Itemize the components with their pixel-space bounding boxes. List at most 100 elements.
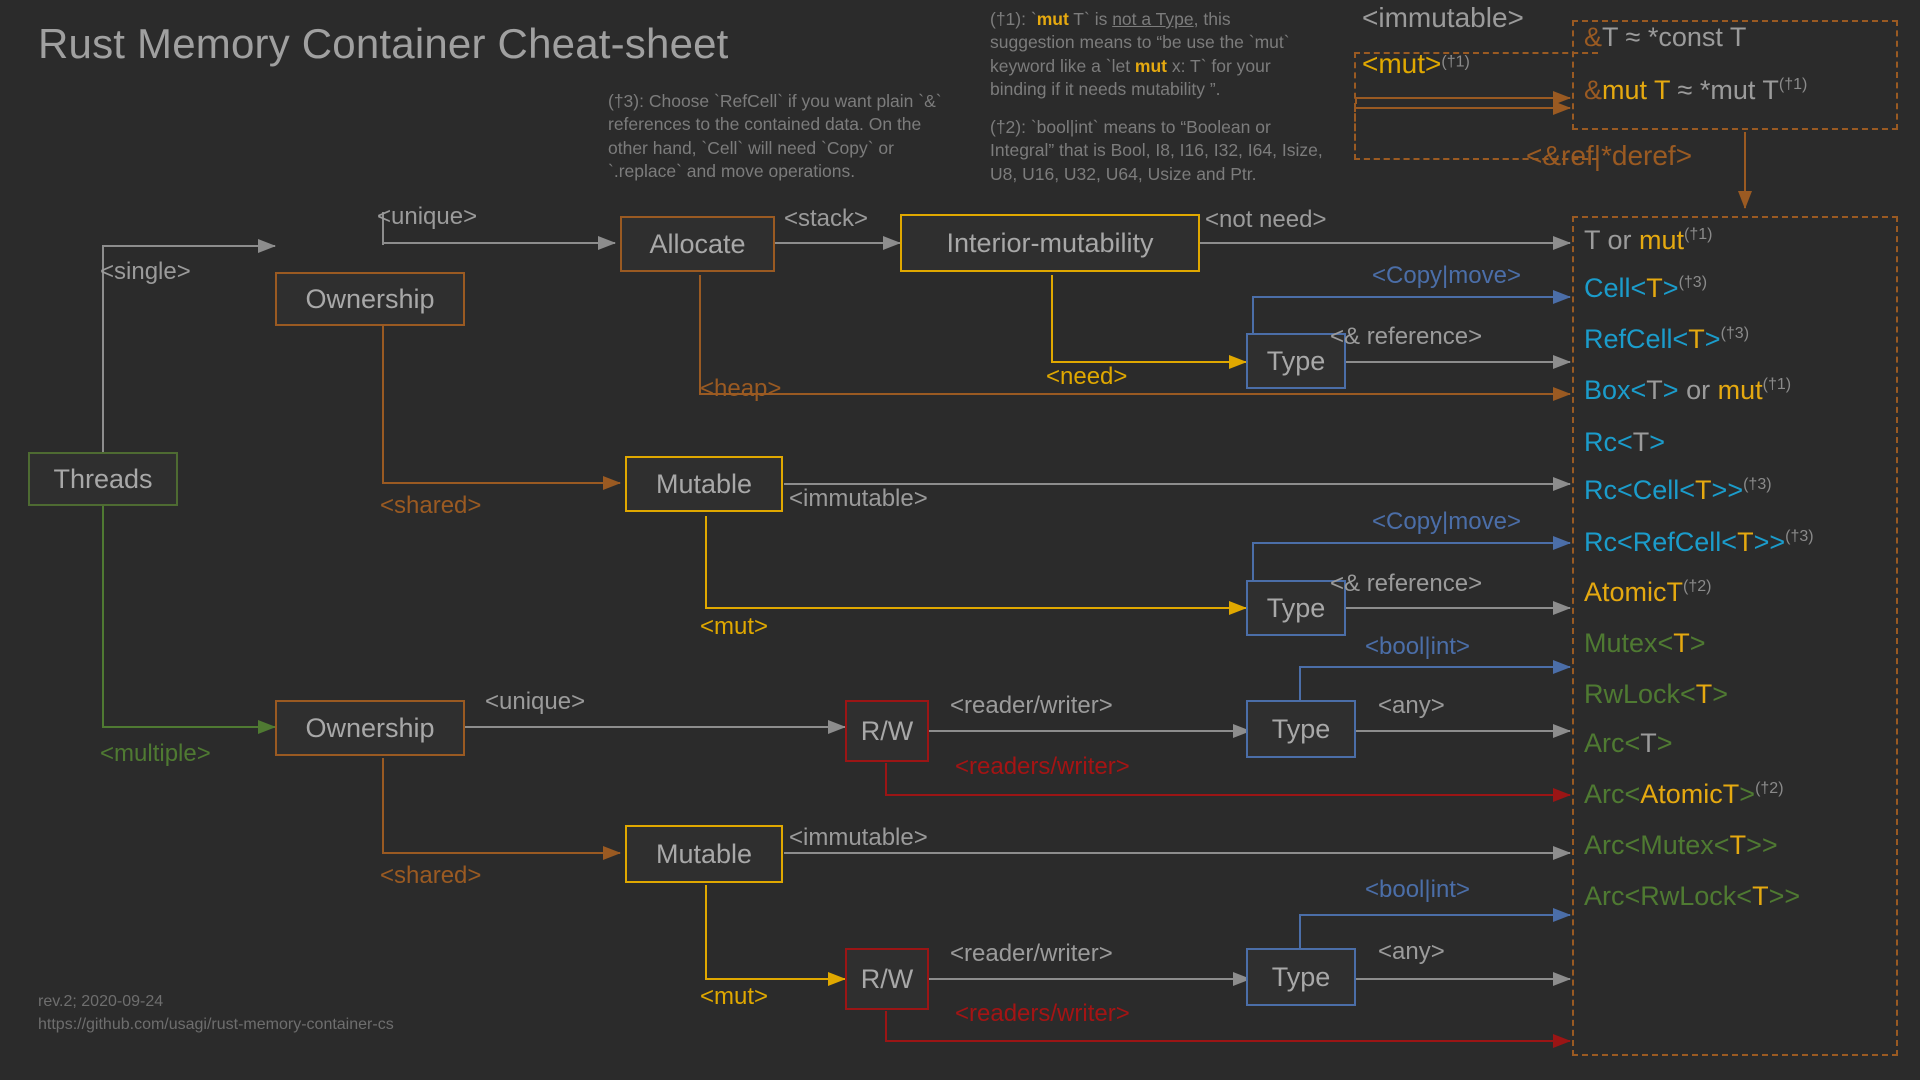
edge-label-single: <single> [100,258,191,285]
node-ownership-multiple-label: Ownership [305,712,435,743]
ref-row-0-amp: & [1584,22,1603,52]
ref-row-0-rest: ≈ *const T [1618,22,1747,52]
node-rw-2[interactable]: R/W [845,948,929,1010]
edge-label-need: <need> [1046,363,1128,390]
revision-block: rev.2; 2020-09-24 https://github.com/usa… [38,990,394,1036]
edge-label-readers-writer-1: <readers/writer> [955,753,1130,780]
output-arc-atomict[interactable]: Arc<AtomicT>(†2) [1584,779,1784,810]
node-mutable-single[interactable]: Mutable [625,456,783,512]
edge-label-mut-top: <mut> [700,613,769,640]
ref-mut-sup: (†1) [1441,53,1470,71]
output-arc-atomict-part-1: AtomicT [1640,779,1740,809]
output-arc-mutex-part-2: >> [1746,830,1778,860]
footnote-1-mut-keyword-a: mut [1036,9,1069,29]
output-arc-rwlock-part-1: T [1752,881,1769,911]
node-ownership-single[interactable]: Ownership [275,272,465,326]
node-type-1-label: Type [1266,345,1326,376]
output-rc-part-2: > [1649,427,1666,457]
output-rwlock-part-1: T [1695,679,1713,709]
node-mutable-single-label: Mutable [655,468,753,499]
output-mutex-part-2: > [1689,628,1706,658]
ref-row-0: &T ≈ *const T [1584,22,1746,53]
edge-label-unique-top: <unique> [377,203,478,230]
output-t-or-mut[interactable]: T or mut(†1) [1584,225,1712,256]
edge-label-reference-1: <& reference> [1330,323,1483,350]
output-rc-refcell-part-0: Rc<RefCell< [1584,527,1738,557]
footnote-1-marker: (†1): [990,9,1026,29]
ref-deref-label: <&ref|*deref> [1526,140,1693,171]
output-rc-cell-footnote-ref: (†3) [1743,476,1772,493]
output-box-or-mut[interactable]: Box<T> or mut(†1) [1584,375,1791,406]
footnote-1-underlined: not a Type [1112,9,1194,29]
output-refcell[interactable]: RefCell<T>(†3) [1584,324,1749,355]
ref-row-1: &mut T ≈ *mut T(†1) [1584,75,1807,106]
footnote-3-marker: (†3): [608,91,644,111]
output-atomict[interactable]: AtomicT(†2) [1584,577,1711,608]
repo-url[interactable]: https://github.com/usagi/rust-memory-con… [38,1013,394,1036]
output-arc-atomict-footnote-ref: (†2) [1755,780,1784,797]
edge-label-multiple: <multiple> [100,740,211,767]
output-arc-rwlock[interactable]: Arc<RwLock<T>> [1584,881,1800,912]
edge-label-unique-bottom: <unique> [485,688,586,715]
node-mutable-multiple-label: Mutable [655,838,753,869]
output-box-or-mut-part-2: > [1662,375,1679,405]
output-atomict-footnote-ref: (†2) [1683,578,1712,595]
output-arc[interactable]: Arc<T> [1584,728,1673,759]
output-cell[interactable]: Cell<T>(†3) [1584,273,1707,304]
output-arc-part-1: T [1640,728,1657,758]
output-arc-mutex-part-1: T [1729,830,1747,860]
edge-label-immutable-top: <immutable> [789,485,928,512]
node-type-4[interactable]: Type [1246,948,1356,1006]
output-cell-footnote-ref: (†3) [1678,274,1708,291]
node-allocate-label: Allocate [649,228,746,259]
output-refcell-part-2: > [1704,324,1721,354]
output-arc-part-2: > [1656,728,1673,758]
node-rw-2-label: R/W [860,963,914,994]
output-rc-cell-part-2: >> [1711,475,1744,505]
node-ownership-single-label: Ownership [305,283,435,314]
edge-label-reader-writer-2: <reader/writer> [950,940,1113,967]
node-threads[interactable]: Threads [28,452,178,506]
node-type-3[interactable]: Type [1246,700,1356,758]
output-box-or-mut-part-1: T [1646,375,1663,405]
output-arc-atomict-part-0: Arc< [1584,779,1641,809]
node-type-4-label: Type [1271,961,1331,992]
edge-label-reader-writer-1: <reader/writer> [950,692,1113,719]
edge-label-immutable-bottom: <immutable> [789,824,928,851]
output-rc-part-1: T [1632,427,1650,457]
revision-text: rev.2; 2020-09-24 [38,993,164,1010]
footnote-2: (†2): `bool|int` means to “Boolean or In… [990,116,1330,186]
node-rw-1[interactable]: R/W [845,700,929,762]
output-mutex[interactable]: Mutex<T> [1584,628,1706,659]
footnote-1-p2: T` is [1068,9,1113,29]
output-cell-part-2: > [1662,273,1679,303]
output-t-or-mut-footnote-ref: (†1) [1684,226,1713,243]
edge-label-stack: <stack> [784,205,869,232]
node-interior-mutability[interactable]: Interior-mutability [900,214,1200,272]
edge-label-any-1: <any> [1378,692,1445,719]
output-rc[interactable]: Rc<T> [1584,427,1665,458]
output-rc-refcell-part-2: >> [1753,527,1786,557]
node-ownership-multiple[interactable]: Ownership [275,700,465,756]
output-rc-cell[interactable]: Rc<Cell<T>>(†3) [1584,475,1772,506]
output-t-or-mut-part-0: T or [1584,225,1640,255]
output-rwlock[interactable]: RwLock<T> [1584,679,1728,710]
footnote-1: (†1): `mut T` is not a Type, this sugges… [990,8,1320,101]
ref-row-1-mid: mut T [1602,75,1671,105]
output-arc-part-0: Arc< [1584,728,1641,758]
ref-row-1-rest: ≈ *mut T [1670,75,1779,105]
output-rc-part-0: Rc< [1584,427,1633,457]
edge-label-reference-2: <& reference> [1330,570,1483,597]
output-box-or-mut-part-4: mut [1717,375,1763,405]
edge-label-bool-int-1: <bool|int> [1365,633,1470,660]
edge-label-heap: <heap> [700,375,782,402]
edge-label-shared-bottom: <shared> [380,862,482,889]
output-box-or-mut-part-3: or [1678,375,1718,405]
output-refcell-part-1: T [1688,324,1705,354]
node-interior-mutability-label: Interior-mutability [946,227,1154,258]
output-arc-mutex[interactable]: Arc<Mutex<T>> [1584,830,1778,861]
edge-label-readers-writer-2: <readers/writer> [955,1000,1130,1027]
node-allocate[interactable]: Allocate [620,216,775,272]
output-rc-refcell[interactable]: Rc<RefCell<T>>(†3) [1584,527,1814,558]
node-mutable-multiple[interactable]: Mutable [625,825,783,883]
